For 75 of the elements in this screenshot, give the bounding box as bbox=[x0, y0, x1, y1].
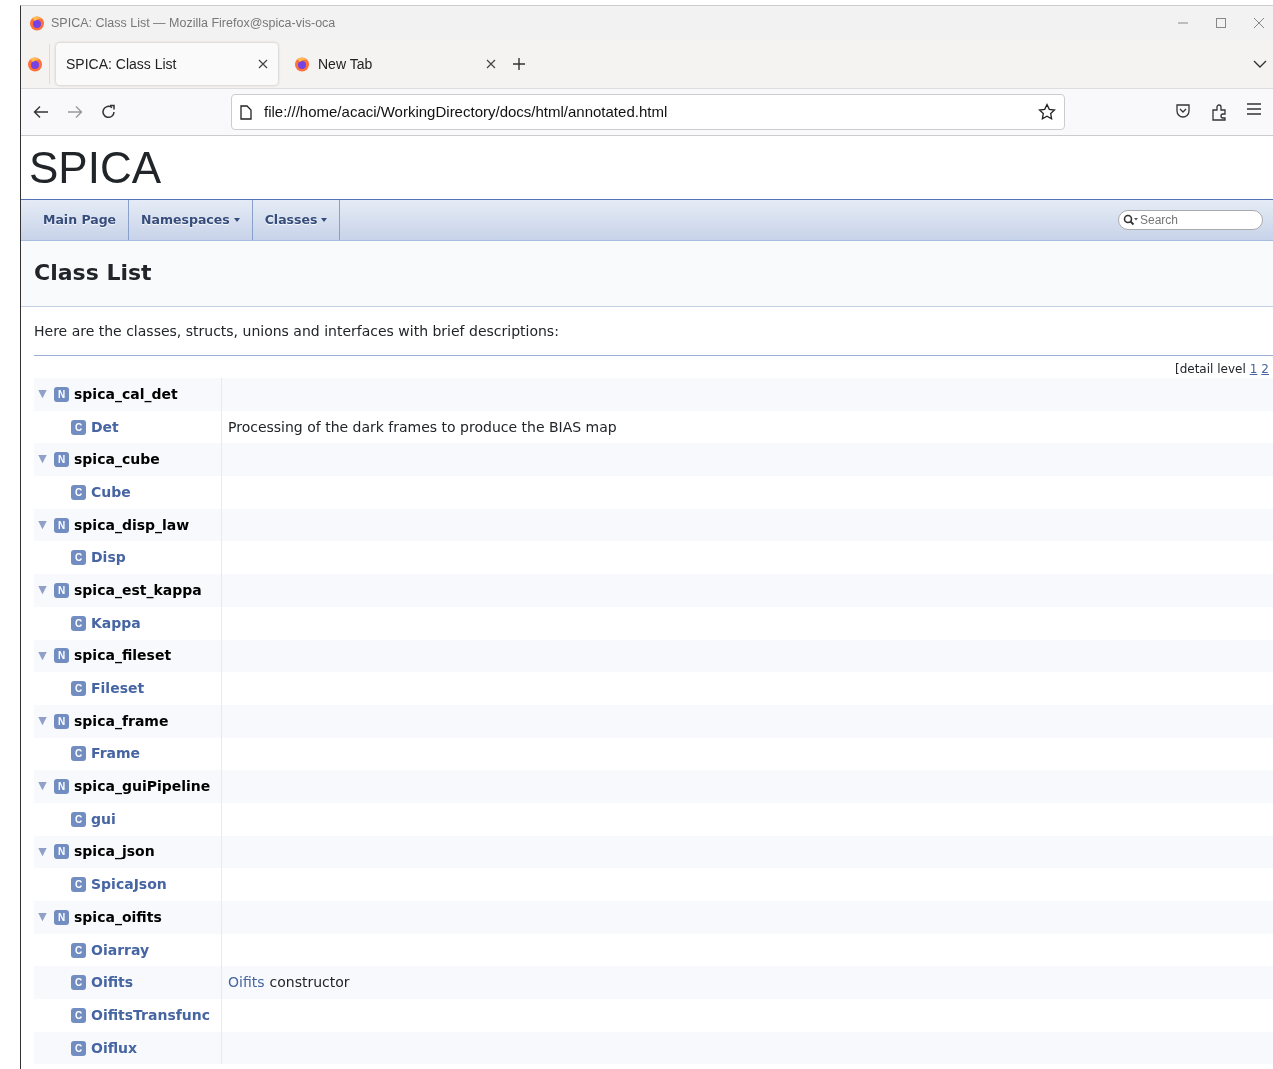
class-description: constructor bbox=[269, 973, 350, 993]
namespace-name: spica_est_kappa bbox=[74, 580, 202, 601]
detail-level-link[interactable]: 1 bbox=[1249, 360, 1258, 378]
address-bar[interactable]: file:///home/acaci/WorkingDirectory/docs/html/annotated.html bbox=[231, 94, 1065, 130]
browser-tab[interactable]: SPICA: Class List bbox=[56, 43, 278, 85]
class-icon: C bbox=[71, 615, 86, 631]
class-icon: C bbox=[71, 942, 86, 958]
class-link[interactable]: SpicaJson bbox=[91, 874, 167, 896]
namespace-name: spica_cube bbox=[74, 450, 160, 470]
namespace-name: spica_fileset bbox=[74, 646, 172, 666]
class-link[interactable]: Fileset bbox=[91, 678, 145, 700]
namespace-icon: N bbox=[54, 844, 69, 860]
window-title: SPICA: Class List — Mozilla Firefox@spica-vis-oca bbox=[51, 14, 336, 32]
class-link[interactable]: Cube bbox=[91, 481, 131, 503]
namespace-name: spica_guiPipeline bbox=[74, 777, 211, 797]
class-icon: C bbox=[71, 419, 86, 435]
class-link[interactable]: Oifits bbox=[91, 972, 134, 994]
nav-menu-item[interactable]: Classes bbox=[252, 200, 341, 240]
class-link[interactable]: gui bbox=[91, 808, 116, 830]
namespace-icon: N bbox=[54, 779, 69, 795]
namespace-icon: N bbox=[54, 452, 69, 468]
page-icon bbox=[240, 104, 252, 120]
class-icon: C bbox=[71, 746, 86, 762]
class-icon: C bbox=[71, 877, 86, 893]
pocket-icon[interactable] bbox=[1175, 103, 1191, 121]
maximize-icon[interactable] bbox=[1215, 17, 1227, 29]
namespace-name: spica_oifits bbox=[74, 907, 162, 928]
search-field[interactable]: Search bbox=[1118, 210, 1263, 230]
class-link[interactable]: OifitsTransfunc bbox=[91, 1004, 211, 1026]
description-link[interactable]: Oifits bbox=[228, 972, 265, 994]
namespace-name: spica_frame bbox=[74, 711, 169, 732]
detail-level-label: [detail level bbox=[1174, 361, 1246, 378]
namespace-name: spica_json bbox=[74, 842, 155, 862]
namespace-icon: N bbox=[54, 648, 69, 664]
firefox-logo-icon bbox=[294, 56, 310, 72]
class-icon: C bbox=[71, 484, 86, 500]
firefox-logo-icon[interactable] bbox=[27, 56, 43, 72]
browser-tab[interactable]: New Tab bbox=[284, 43, 506, 85]
page-heading: Class List bbox=[34, 260, 152, 287]
namespace-icon: N bbox=[54, 517, 69, 533]
namespace-icon: N bbox=[54, 909, 69, 925]
caret-icon bbox=[321, 218, 328, 222]
namespace-icon: N bbox=[54, 713, 69, 729]
nav-menu-item[interactable]: Namespaces bbox=[129, 200, 253, 240]
class-link[interactable]: Det bbox=[91, 416, 119, 438]
class-link[interactable]: Disp bbox=[91, 547, 126, 569]
class-icon: C bbox=[71, 550, 86, 566]
nav-menu-item[interactable]: Main Page bbox=[31, 200, 130, 240]
star-icon[interactable] bbox=[1038, 103, 1056, 121]
class-icon: C bbox=[71, 681, 86, 697]
namespace-icon: N bbox=[54, 582, 69, 598]
namespace-name: spica_disp_law bbox=[74, 515, 190, 536]
namespace-name: spica_cal_det bbox=[74, 384, 178, 405]
reload-icon[interactable] bbox=[101, 104, 117, 120]
firefox-logo-icon bbox=[29, 15, 45, 31]
chevron-down-icon[interactable] bbox=[1253, 59, 1267, 69]
close-icon[interactable] bbox=[258, 59, 268, 69]
class-description: Processing of the dark frames to produce the BIAS map bbox=[228, 417, 617, 437]
class-link[interactable]: Frame bbox=[91, 743, 141, 765]
caret-icon bbox=[233, 218, 240, 222]
class-link[interactable]: Kappa bbox=[91, 612, 141, 634]
back-arrow-icon[interactable] bbox=[33, 105, 49, 119]
close-icon[interactable] bbox=[486, 59, 496, 69]
class-icon: C bbox=[71, 1040, 86, 1056]
intro-text: Here are the classes, structs, unions and interfaces with brief descriptions: bbox=[33, 322, 560, 341]
plus-icon[interactable] bbox=[512, 57, 526, 71]
namespace-icon: N bbox=[54, 386, 69, 402]
search-icon[interactable] bbox=[1123, 214, 1138, 226]
class-icon: C bbox=[71, 811, 86, 827]
class-link[interactable]: Oiflux bbox=[91, 1037, 138, 1059]
detail-level-link[interactable]: 2 bbox=[1261, 360, 1269, 378]
class-icon: C bbox=[71, 975, 86, 991]
class-icon: C bbox=[71, 1007, 86, 1023]
class-link[interactable]: Oiarray bbox=[91, 939, 150, 961]
puzzle-piece-icon[interactable] bbox=[1211, 103, 1227, 121]
